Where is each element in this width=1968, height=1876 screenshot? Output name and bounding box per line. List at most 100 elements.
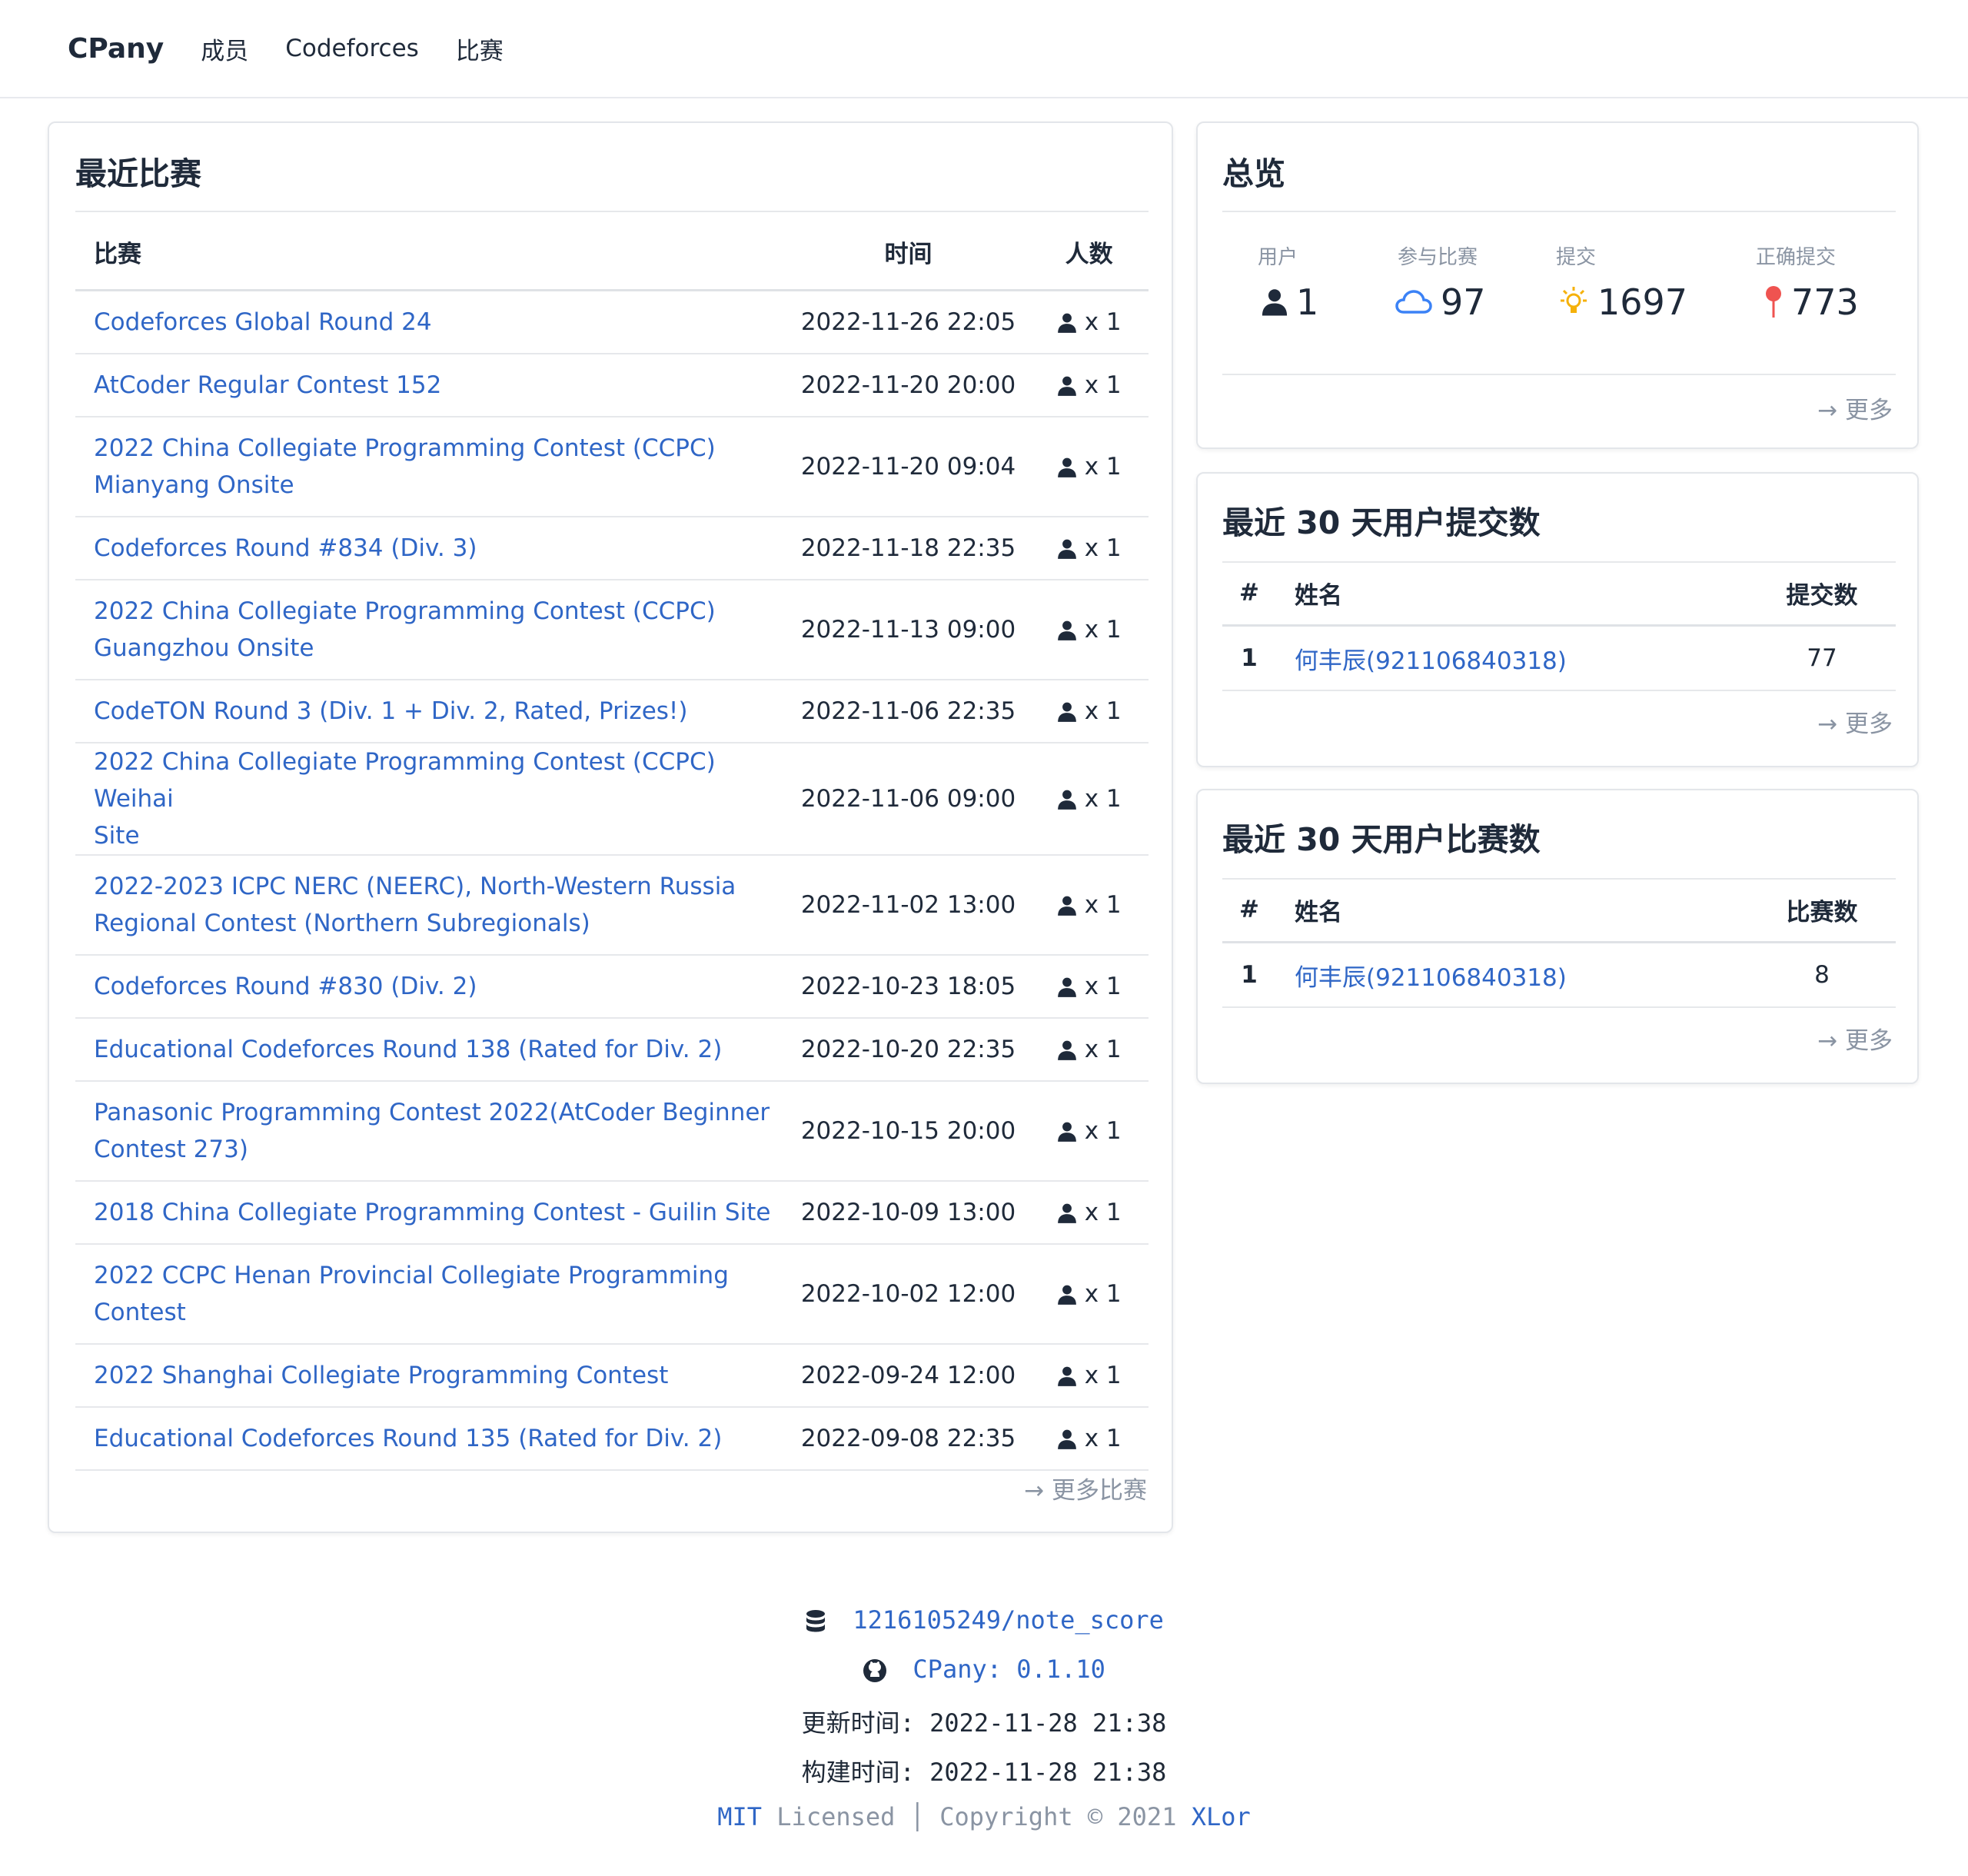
repo-link[interactable]: 1216105249/note_score (853, 1605, 1164, 1635)
brand-logo[interactable]: CPany (68, 33, 164, 65)
mit-license-link[interactable]: MIT (717, 1802, 762, 1831)
footer-version: CPany: 0.1.10 (0, 1655, 1968, 1684)
contest-time: 2022-11-06 22:35 (786, 679, 1030, 743)
contest-link[interactable]: AtCoder Regular Contest 152 (94, 371, 441, 399)
contests-more-link[interactable]: → 更多 (1817, 1021, 1893, 1056)
person-icon (1057, 308, 1085, 336)
stat-contests: 97 (1395, 281, 1486, 323)
contest-name-line: 2018 China Collegiate Programming Contes… (94, 1198, 771, 1226)
stat-accepted-value: 773 (1791, 281, 1859, 323)
count-value: x 1 (1084, 1361, 1122, 1389)
count-value: x 1 (1084, 1035, 1122, 1063)
stat-users: 1 (1261, 281, 1318, 323)
contest-link[interactable]: Educational Codeforces Round 138 (Rated … (94, 1036, 722, 1063)
contest-name-cell: 2022 China Collegiate Programming Contes… (75, 416, 787, 517)
nav-codeforces[interactable]: Codeforces (285, 35, 419, 62)
contest-participant-count: x 1 (1029, 353, 1149, 417)
contest-participant-count: x 1 (1029, 1243, 1149, 1345)
contest-name-line: Educational Codeforces Round 138 (Rated … (94, 1035, 723, 1063)
person-icon (1057, 534, 1085, 562)
header-value: 提交数 (1748, 561, 1896, 627)
table-row: 2022 China Collegiate Programming Contes… (75, 579, 1149, 680)
contest-name-cell: CodeTON Round 3 (Div. 1 + Div. 2, Rated,… (75, 679, 787, 743)
count-value: x 1 (1084, 1198, 1122, 1226)
contest-participant-count: x 1 (1029, 1406, 1149, 1471)
contest-name-line: CodeTON Round 3 (Div. 1 + Div. 2, Rated,… (94, 697, 688, 725)
header-rank: # (1222, 561, 1276, 627)
contest-participant-count: x 1 (1029, 742, 1149, 856)
table-row: 1 何丰辰(921106840318) 8 (1222, 942, 1896, 1008)
contest-link[interactable]: Codeforces Global Round 24 (94, 308, 432, 336)
person-icon (1057, 1199, 1085, 1226)
license-text: Licensed │ Copyright © 2021 (762, 1802, 1192, 1831)
count-value: x 1 (1084, 452, 1122, 481)
contest-participant-count: x 1 (1029, 416, 1149, 517)
contests-30d-card: 最近 30 天用户比赛数 # 姓名 比赛数 1 何丰辰(921106840318… (1196, 789, 1919, 1084)
contest-link[interactable]: 2022 CCPC Henan Provincial Collegiate Pr… (94, 1262, 729, 1326)
card-title: 总览 (1222, 155, 1285, 192)
contest-time: 2022-11-26 22:05 (786, 290, 1030, 354)
contest-link[interactable]: CodeTON Round 3 (Div. 1 + Div. 2, Rated,… (94, 697, 687, 725)
count-value: x 1 (1084, 890, 1122, 919)
contest-time: 2022-10-09 13:00 (786, 1180, 1030, 1245)
table-row: Codeforces Round #834 (Div. 3) 2022-11-18… (75, 516, 1149, 580)
count-value: x 1 (1084, 784, 1122, 813)
submissions-more-link[interactable]: → 更多 (1817, 704, 1893, 739)
recent-contests-card: 最近比赛 比赛 时间 人数 Codeforces Global Round 24… (48, 121, 1173, 1533)
contest-link[interactable]: 2018 China Collegiate Programming Contes… (94, 1199, 770, 1226)
user-link[interactable]: 何丰辰(921106840318) (1295, 647, 1567, 675)
table-row: 2022-2023 ICPC NERC (NEERC), North-Weste… (75, 854, 1149, 956)
contest-name-line: 2022 Shanghai Collegiate Programming Con… (94, 1361, 669, 1389)
contest-name-cell: AtCoder Regular Contest 152 (75, 353, 787, 417)
stat-contests-value: 97 (1441, 281, 1486, 323)
count-value: x 1 (1084, 371, 1122, 399)
contest-link[interactable]: 2022 China Collegiate Programming Contes… (94, 597, 716, 662)
nav-members[interactable]: 成员 (201, 32, 248, 66)
contest-link[interactable]: 2022-2023 ICPC NERC (NEERC), North-Weste… (94, 873, 736, 937)
table-row: 2022 China Collegiate Programming Contes… (75, 742, 1149, 856)
contest-participant-count: x 1 (1029, 1180, 1149, 1245)
table-row: 2022 China Collegiate Programming Contes… (75, 416, 1149, 517)
contest-link[interactable]: Educational Codeforces Round 135 (Rated … (94, 1425, 722, 1452)
contest-link[interactable]: 2022 Shanghai Collegiate Programming Con… (94, 1362, 668, 1389)
count-value: x 1 (1084, 1424, 1122, 1452)
contest-name-line: Contest 273) (94, 1135, 248, 1163)
count-value: x 1 (1084, 1279, 1122, 1308)
contest-name-line: Educational Codeforces Round 135 (Rated … (94, 1424, 723, 1452)
contest-time: 2022-10-23 18:05 (786, 954, 1030, 1019)
contest-time: 2022-09-24 12:00 (786, 1343, 1030, 1408)
person-icon (1057, 1362, 1085, 1389)
contest-time: 2022-11-20 09:04 (786, 416, 1030, 517)
stat-users-value: 1 (1296, 281, 1319, 323)
contest-time: 2022-09-08 22:35 (786, 1406, 1030, 1471)
contest-time: 2022-10-15 20:00 (786, 1080, 1030, 1182)
contest-name-line: Site (94, 821, 140, 850)
user-link[interactable]: 何丰辰(921106840318) (1295, 964, 1567, 992)
stat-label-submissions: 提交 (1556, 246, 1597, 269)
contest-link[interactable]: 2022 China Collegiate Programming Contes… (94, 748, 716, 850)
count-value: x 1 (1084, 972, 1122, 1000)
contest-name-cell: Codeforces Round #834 (Div. 3) (75, 516, 787, 580)
footer-repo: 1216105249/note_score (0, 1605, 1968, 1635)
header-rank: # (1222, 878, 1276, 943)
table-row: AtCoder Regular Contest 152 2022-11-20 20… (75, 353, 1149, 417)
divider (1222, 211, 1896, 212)
person-icon (1057, 453, 1085, 481)
version-link[interactable]: CPany: 0.1.10 (913, 1655, 1105, 1684)
nav-contests[interactable]: 比赛 (456, 32, 504, 66)
contest-name-line: 2022-2023 ICPC NERC (NEERC), North-Weste… (94, 872, 736, 900)
cloud-icon (1395, 290, 1432, 314)
contest-link[interactable]: Codeforces Round #834 (Div. 3) (94, 534, 477, 562)
contest-link[interactable]: Codeforces Round #830 (Div. 2) (94, 973, 477, 1000)
stat-label-contests: 参与比赛 (1398, 246, 1478, 269)
header-name: 姓名 (1276, 561, 1748, 627)
overview-more-link[interactable]: → 更多 (1817, 391, 1893, 425)
person-icon (1057, 1425, 1085, 1452)
count-value: x 1 (1084, 308, 1122, 336)
table-row: 2018 China Collegiate Programming Contes… (75, 1180, 1149, 1245)
author-link[interactable]: XLor (1192, 1802, 1251, 1831)
contest-link[interactable]: Panasonic Programming Contest 2022(AtCod… (94, 1099, 770, 1163)
contest-participant-count: x 1 (1029, 679, 1149, 743)
more-contests-link[interactable]: → 更多比赛 (1024, 1471, 1147, 1505)
contest-link[interactable]: 2022 China Collegiate Programming Contes… (94, 434, 716, 499)
